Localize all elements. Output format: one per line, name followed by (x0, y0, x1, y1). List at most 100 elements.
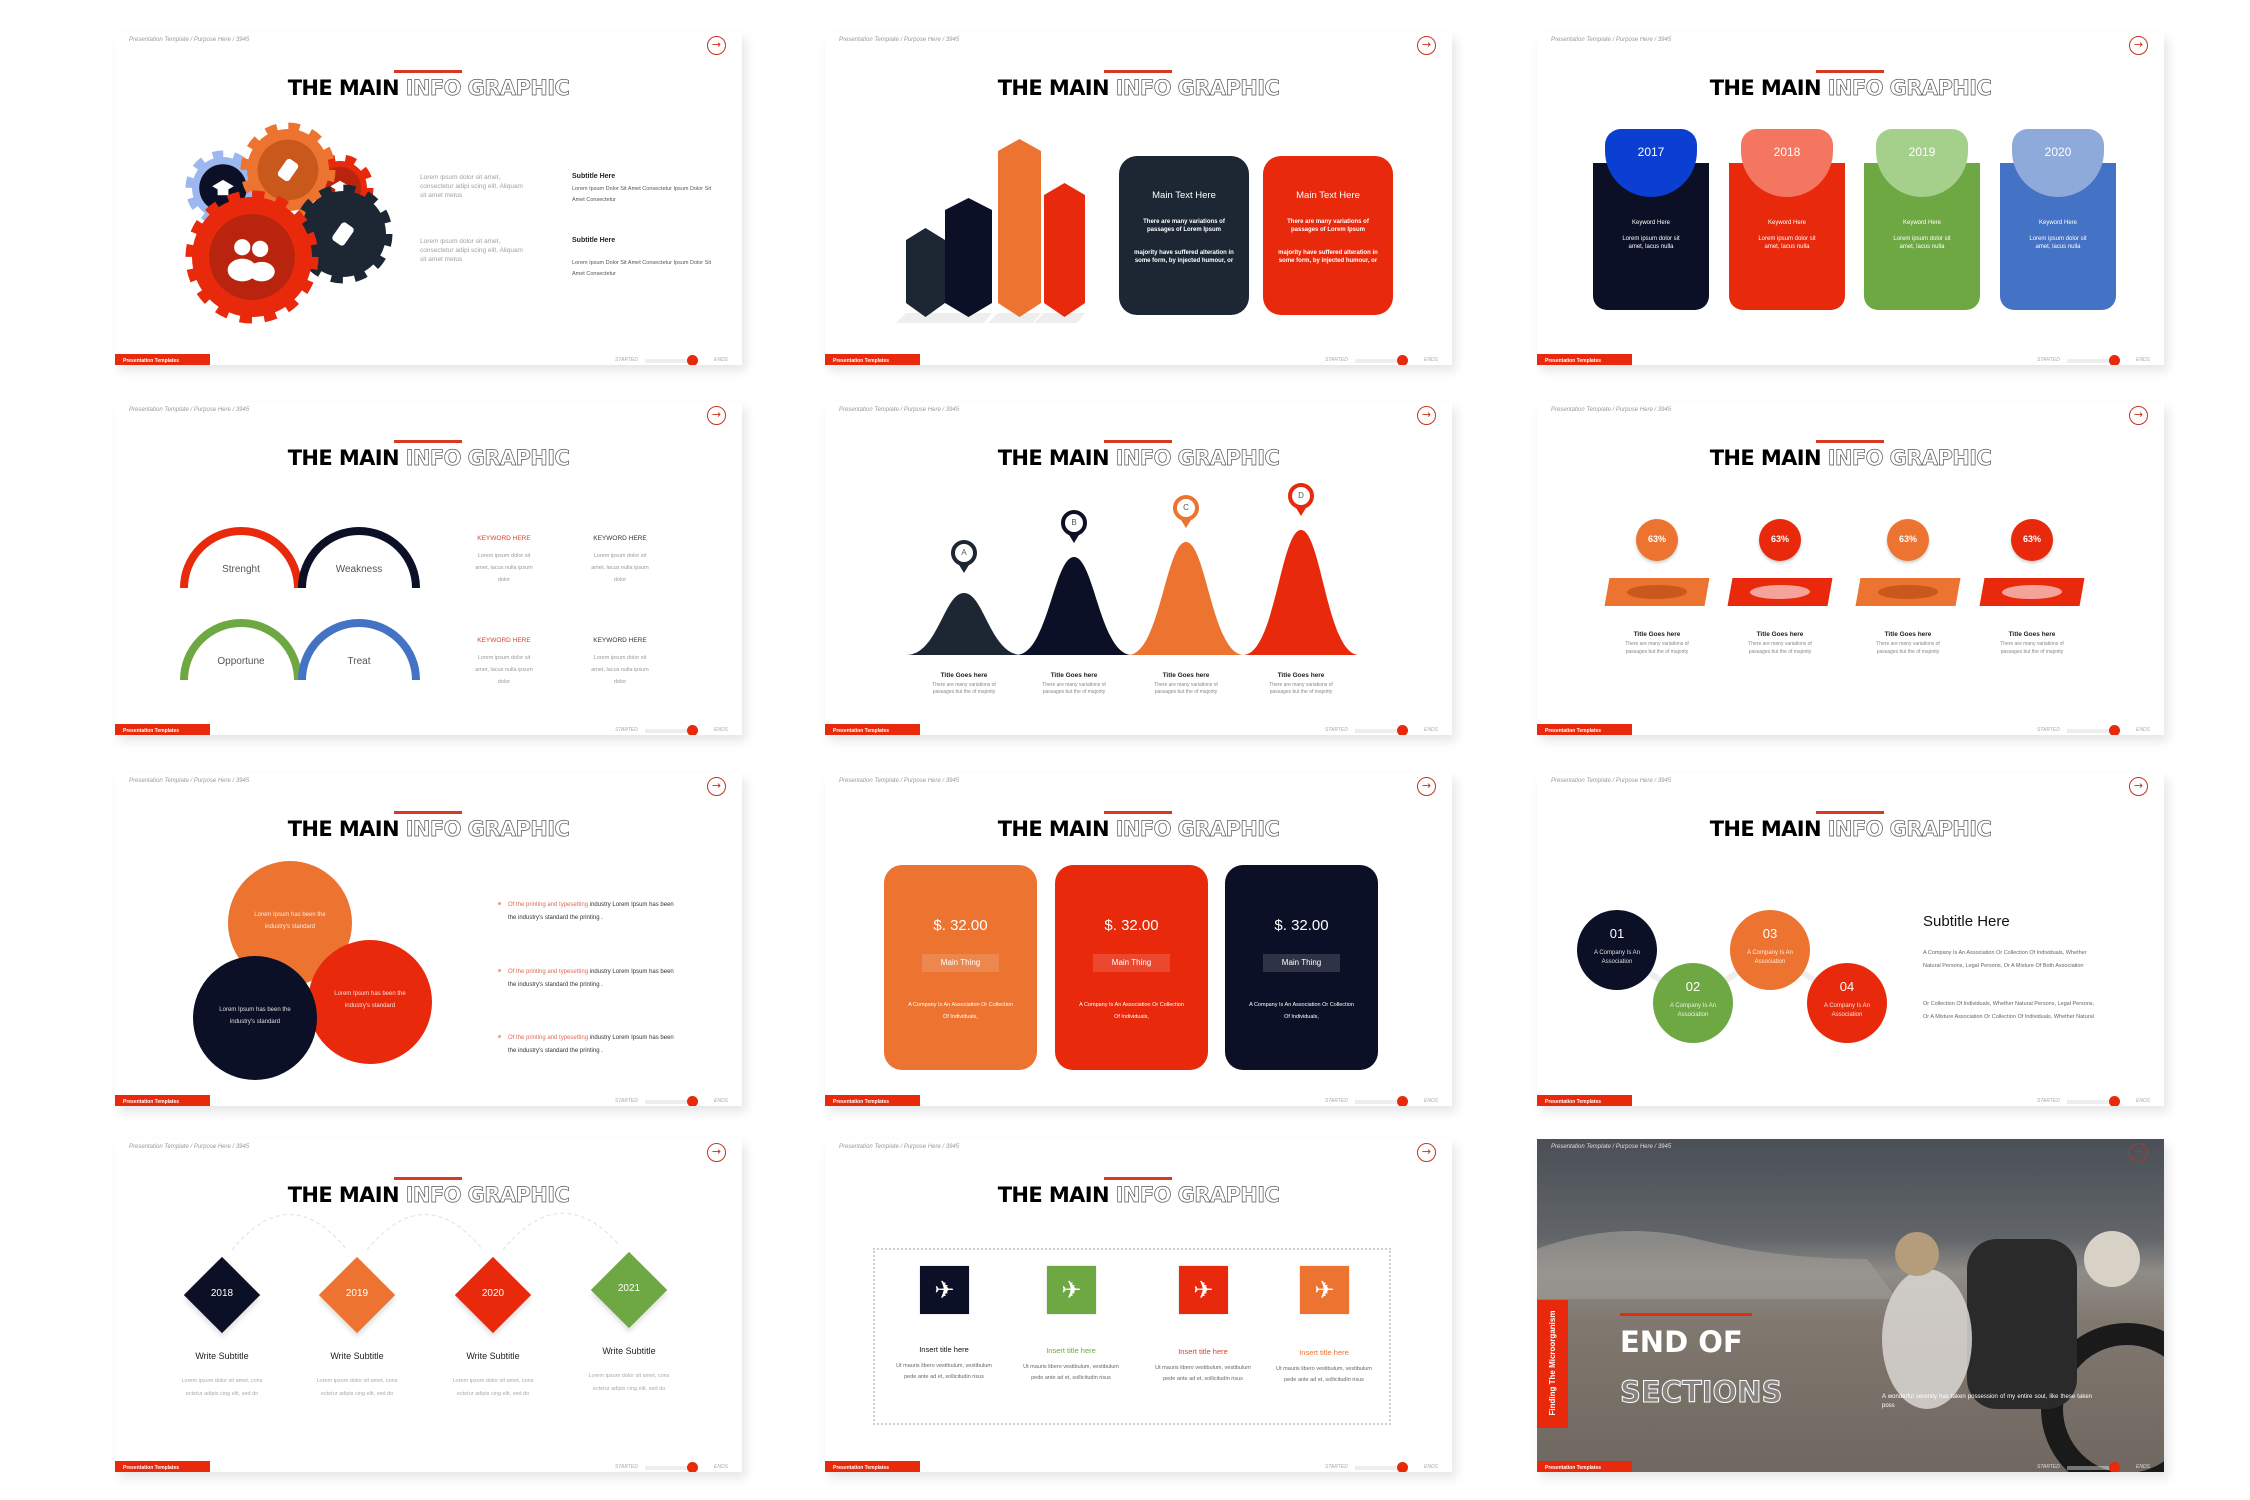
title-bold: THE MAIN (997, 1183, 1110, 1207)
progress-dot[interactable] (2109, 1096, 2120, 1106)
slide-thumbnail-11[interactable]: ✈ Insert title here Ut mauris libero vesti… (825, 1139, 1452, 1472)
progress-dot[interactable] (1397, 1096, 1408, 1106)
slide-thumbnail-8[interactable]: $. 32.00 Main Thing A Company Is An Associ… (825, 773, 1452, 1106)
card-body: Lorem ipsum dolor sit amet, lacus nulla (1758, 236, 1816, 250)
slide-thumbnail-6[interactable]: 63% Title Goes here There are many variati… (1537, 402, 2164, 735)
diamond-body: Lorem ipsum dolor sit amet, cons ectetur… (588, 1373, 670, 1392)
title-outline: INFO GRAPHIC (1115, 446, 1280, 471)
breadcrumb: Presentation Template / Purpose Here / 3… (129, 1144, 250, 1150)
item-title: Title Goes here (1756, 631, 1804, 638)
plan-label: Main Thing (922, 954, 999, 972)
slide-thumbnail-1[interactable]: Lorem ipsum dolor sit amet, consectetur … (115, 32, 742, 365)
slide-thumbnail-2[interactable]: Main Text Here There are many variations … (825, 32, 1452, 365)
slide-thumbnail-3[interactable]: Keyword Here Lorem ipsum dolor sit amet, … (1537, 32, 2164, 365)
arrow-right-circle-icon[interactable]: → (1417, 36, 1436, 55)
keyword-title: KEYWORD HERE (477, 535, 531, 542)
progress-track[interactable] (1355, 359, 1401, 363)
diamond-title: Write Subtitle (602, 1346, 656, 1356)
item-title: Insert title here (1299, 1348, 1349, 1357)
title-accent-line (1816, 70, 1884, 73)
breadcrumb: Presentation Template / Purpose Here / 3… (129, 37, 250, 43)
slide-thumbnail-9[interactable]: 01 A Company Is An Association 02 A Company… (1537, 773, 2164, 1106)
section-body: A Company Is An Association Or Collectio… (1923, 950, 2087, 969)
slide-title: THE MAIN INFO GRAPHIC (115, 76, 742, 101)
year-label: 2017 (1637, 145, 1665, 159)
price: $. 32.00 (1104, 917, 1159, 934)
item-body: Ut mauris libero vestibulum, vestibulum … (896, 1363, 992, 1380)
progress-dot[interactable] (687, 355, 698, 365)
started-label: STARTED (1325, 727, 1348, 733)
progress-track[interactable] (2067, 729, 2113, 733)
arrow-right-circle-icon[interactable]: → (2129, 36, 2148, 55)
progress-dot[interactable] (687, 725, 698, 735)
started-label: STARTED (1325, 1098, 1348, 1104)
progress-dot[interactable] (1397, 725, 1408, 735)
progress-track[interactable] (2067, 1100, 2113, 1104)
progress-dot[interactable] (2109, 725, 2120, 735)
plan-label: Main Thing (1093, 954, 1170, 972)
ends-label: ENDS (2136, 357, 2150, 363)
title-accent-line (1104, 1177, 1172, 1180)
arrow-right-circle-icon[interactable]: → (707, 777, 726, 796)
heading-accent-line (1620, 1313, 1752, 1316)
progress-track[interactable] (645, 1100, 691, 1104)
footer-tag: Presentation Templates (825, 1461, 920, 1472)
lorem-text: Lorem ipsum dolor sit amet, consectetur … (420, 174, 523, 199)
arrow-right-circle-icon[interactable]: → (1417, 777, 1436, 796)
progress-dot[interactable] (687, 1462, 698, 1472)
footer-tag: Presentation Templates (115, 1095, 210, 1106)
title-accent-line (394, 70, 462, 73)
slide-thumbnail-12[interactable]: Finding The Microorganism END OF SECTIONS A… (1537, 1139, 2164, 1472)
bell-curve (1128, 542, 1244, 655)
progress-track[interactable] (2067, 359, 2113, 363)
progress-track[interactable] (2067, 1466, 2113, 1470)
card-keyword: Keyword Here (2038, 220, 2077, 226)
card-keyword: Keyword Here (1902, 220, 1941, 226)
bullet-text: Of the printing and typesetting industry… (508, 1032, 678, 1058)
progress-dot[interactable] (2109, 355, 2120, 365)
title-accent-line (1816, 440, 1884, 443)
slide-thumbnail-5[interactable]: A Title Goes here There are many variation… (825, 402, 1452, 735)
arrow-right-circle-icon[interactable]: → (1417, 1143, 1436, 1162)
card-text: majority have suffered alteration in som… (1278, 250, 1378, 264)
slide-thumbnail-4[interactable]: Strenght Weakness Opportune Treat KEYWORD HE… (115, 402, 742, 735)
title-space (399, 76, 406, 100)
arrow-right-circle-icon[interactable]: → (1417, 406, 1436, 425)
slide-thumbnail-10[interactable]: 2018 Write Subtitle Lorem ipsum dolor sit … (115, 1139, 742, 1472)
progress-track[interactable] (645, 359, 691, 363)
arrow-right-circle-icon[interactable]: → (2129, 406, 2148, 425)
slide-thumbnail-7[interactable]: Lorem Ipsum has been the industry's stan… (115, 773, 742, 1106)
timeline-arc (231, 1214, 348, 1251)
slide-title: THE MAIN INFO GRAPHIC (825, 446, 1452, 471)
plan-body: A Company Is An Association Or Collectio… (1079, 1002, 1184, 1020)
footer-tag: Presentation Templates (825, 354, 920, 365)
arrow-right-circle-icon[interactable]: → (2129, 777, 2148, 796)
progress-track[interactable] (1355, 729, 1401, 733)
item-title: Insert title here (1178, 1347, 1228, 1356)
progress-dot[interactable] (2109, 1462, 2120, 1472)
progress-track[interactable] (1355, 1100, 1401, 1104)
title-outline: INFO GRAPHIC (405, 76, 570, 101)
progress-dot[interactable] (1397, 1462, 1408, 1472)
pricing-card: $. 32.00 Main Thing A Company Is An Associ… (1225, 865, 1378, 1070)
title-accent-line (1104, 811, 1172, 814)
bullet-dot (498, 969, 501, 972)
progress-track[interactable] (645, 1466, 691, 1470)
progress-dot[interactable] (1397, 355, 1408, 365)
card-body: Lorem ipsum dolor sit amet, lacus nulla (2029, 236, 2087, 250)
arrow-right-circle-icon[interactable]: → (707, 36, 726, 55)
block-body: Lorem Ipsum Dolor Sit Amet Consectetur I… (572, 260, 712, 277)
progress-dot[interactable] (687, 1096, 698, 1106)
user-body (248, 261, 275, 282)
progress-track[interactable] (645, 729, 691, 733)
percent-value: 63% (1647, 534, 1666, 544)
arrow-right-circle-icon[interactable]: → (707, 406, 726, 425)
breadcrumb: Presentation Template / Purpose Here / 3… (839, 407, 960, 413)
cap-base (217, 188, 229, 196)
footer-tag: Presentation Templates (1537, 1461, 1632, 1472)
progress-track[interactable] (1355, 1466, 1401, 1470)
bullet-dot (498, 1035, 501, 1038)
arrow-right-circle-icon[interactable]: → (707, 1143, 726, 1162)
arrow-right-circle-icon[interactable]: → (2129, 1143, 2148, 1162)
ends-label: ENDS (1424, 1464, 1438, 1470)
